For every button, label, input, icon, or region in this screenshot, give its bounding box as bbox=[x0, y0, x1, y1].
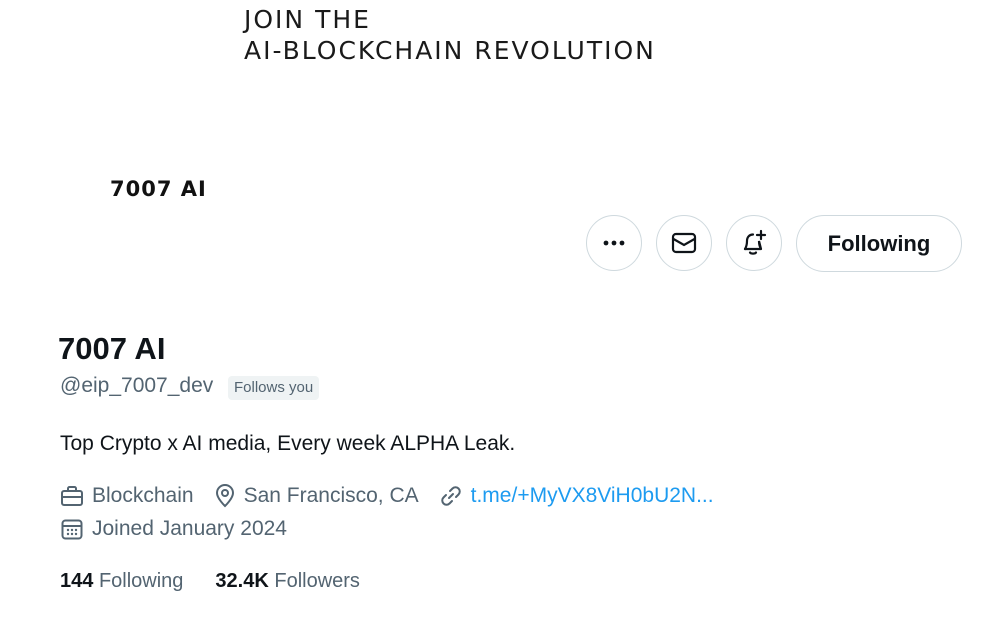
link-icon bbox=[440, 486, 461, 506]
follows-you-badge: Follows you bbox=[228, 376, 320, 400]
calendar-icon bbox=[61, 519, 83, 540]
followers-stat[interactable]: 32.4K Followers bbox=[215, 570, 360, 593]
more-button[interactable] bbox=[586, 215, 642, 271]
website-link[interactable]: t.me/+MyVX8ViH0bU2N... bbox=[471, 484, 714, 508]
profile-display-name: 7007 AI bbox=[58, 331, 166, 366]
profile-joined: Joined January 2024 bbox=[60, 517, 307, 541]
location-label: San Francisco, CA bbox=[243, 484, 419, 507]
bell-plus-icon bbox=[743, 229, 767, 255]
following-button[interactable]: Following bbox=[796, 215, 962, 272]
profile-bio: Top Crypto x AI media, Every week ALPHA … bbox=[60, 432, 516, 455]
profile-website[interactable]: t.me/+MyVX8ViH0bU2N... bbox=[439, 484, 714, 508]
mail-icon bbox=[671, 232, 697, 254]
joined-label: Joined January 2024 bbox=[92, 517, 287, 540]
following-stat[interactable]: 144 Following bbox=[60, 570, 183, 593]
notify-button[interactable] bbox=[726, 215, 782, 271]
location-pin-icon bbox=[215, 484, 234, 508]
banner-headline-line2: AI-BLOCKCHAIN REVOLUTION bbox=[244, 36, 656, 65]
profile-stats: 144 Following 32.4K Followers bbox=[60, 570, 392, 593]
message-button[interactable] bbox=[656, 215, 712, 271]
banner-headline-line1: JOIN THE bbox=[244, 5, 371, 34]
following-count: 144 bbox=[60, 570, 94, 592]
profile-meta: Blockchain San Francisco, CA t.me/+MyVX8… bbox=[60, 484, 734, 508]
ellipsis-icon bbox=[603, 240, 625, 246]
following-stat-label: Following bbox=[98, 570, 184, 592]
followers-count: 32.4K bbox=[215, 570, 269, 592]
profile-handle: @eip_7007_dev bbox=[60, 374, 214, 397]
profile-location: San Francisco, CA bbox=[214, 484, 419, 508]
category-label: Blockchain bbox=[92, 484, 194, 507]
profile-category: Blockchain bbox=[60, 484, 194, 508]
followers-stat-label: Followers bbox=[274, 570, 360, 592]
briefcase-icon bbox=[61, 486, 83, 506]
avatar-brand-text: 7007 AI bbox=[110, 177, 207, 201]
joined-item: Joined January 2024 bbox=[60, 517, 287, 541]
